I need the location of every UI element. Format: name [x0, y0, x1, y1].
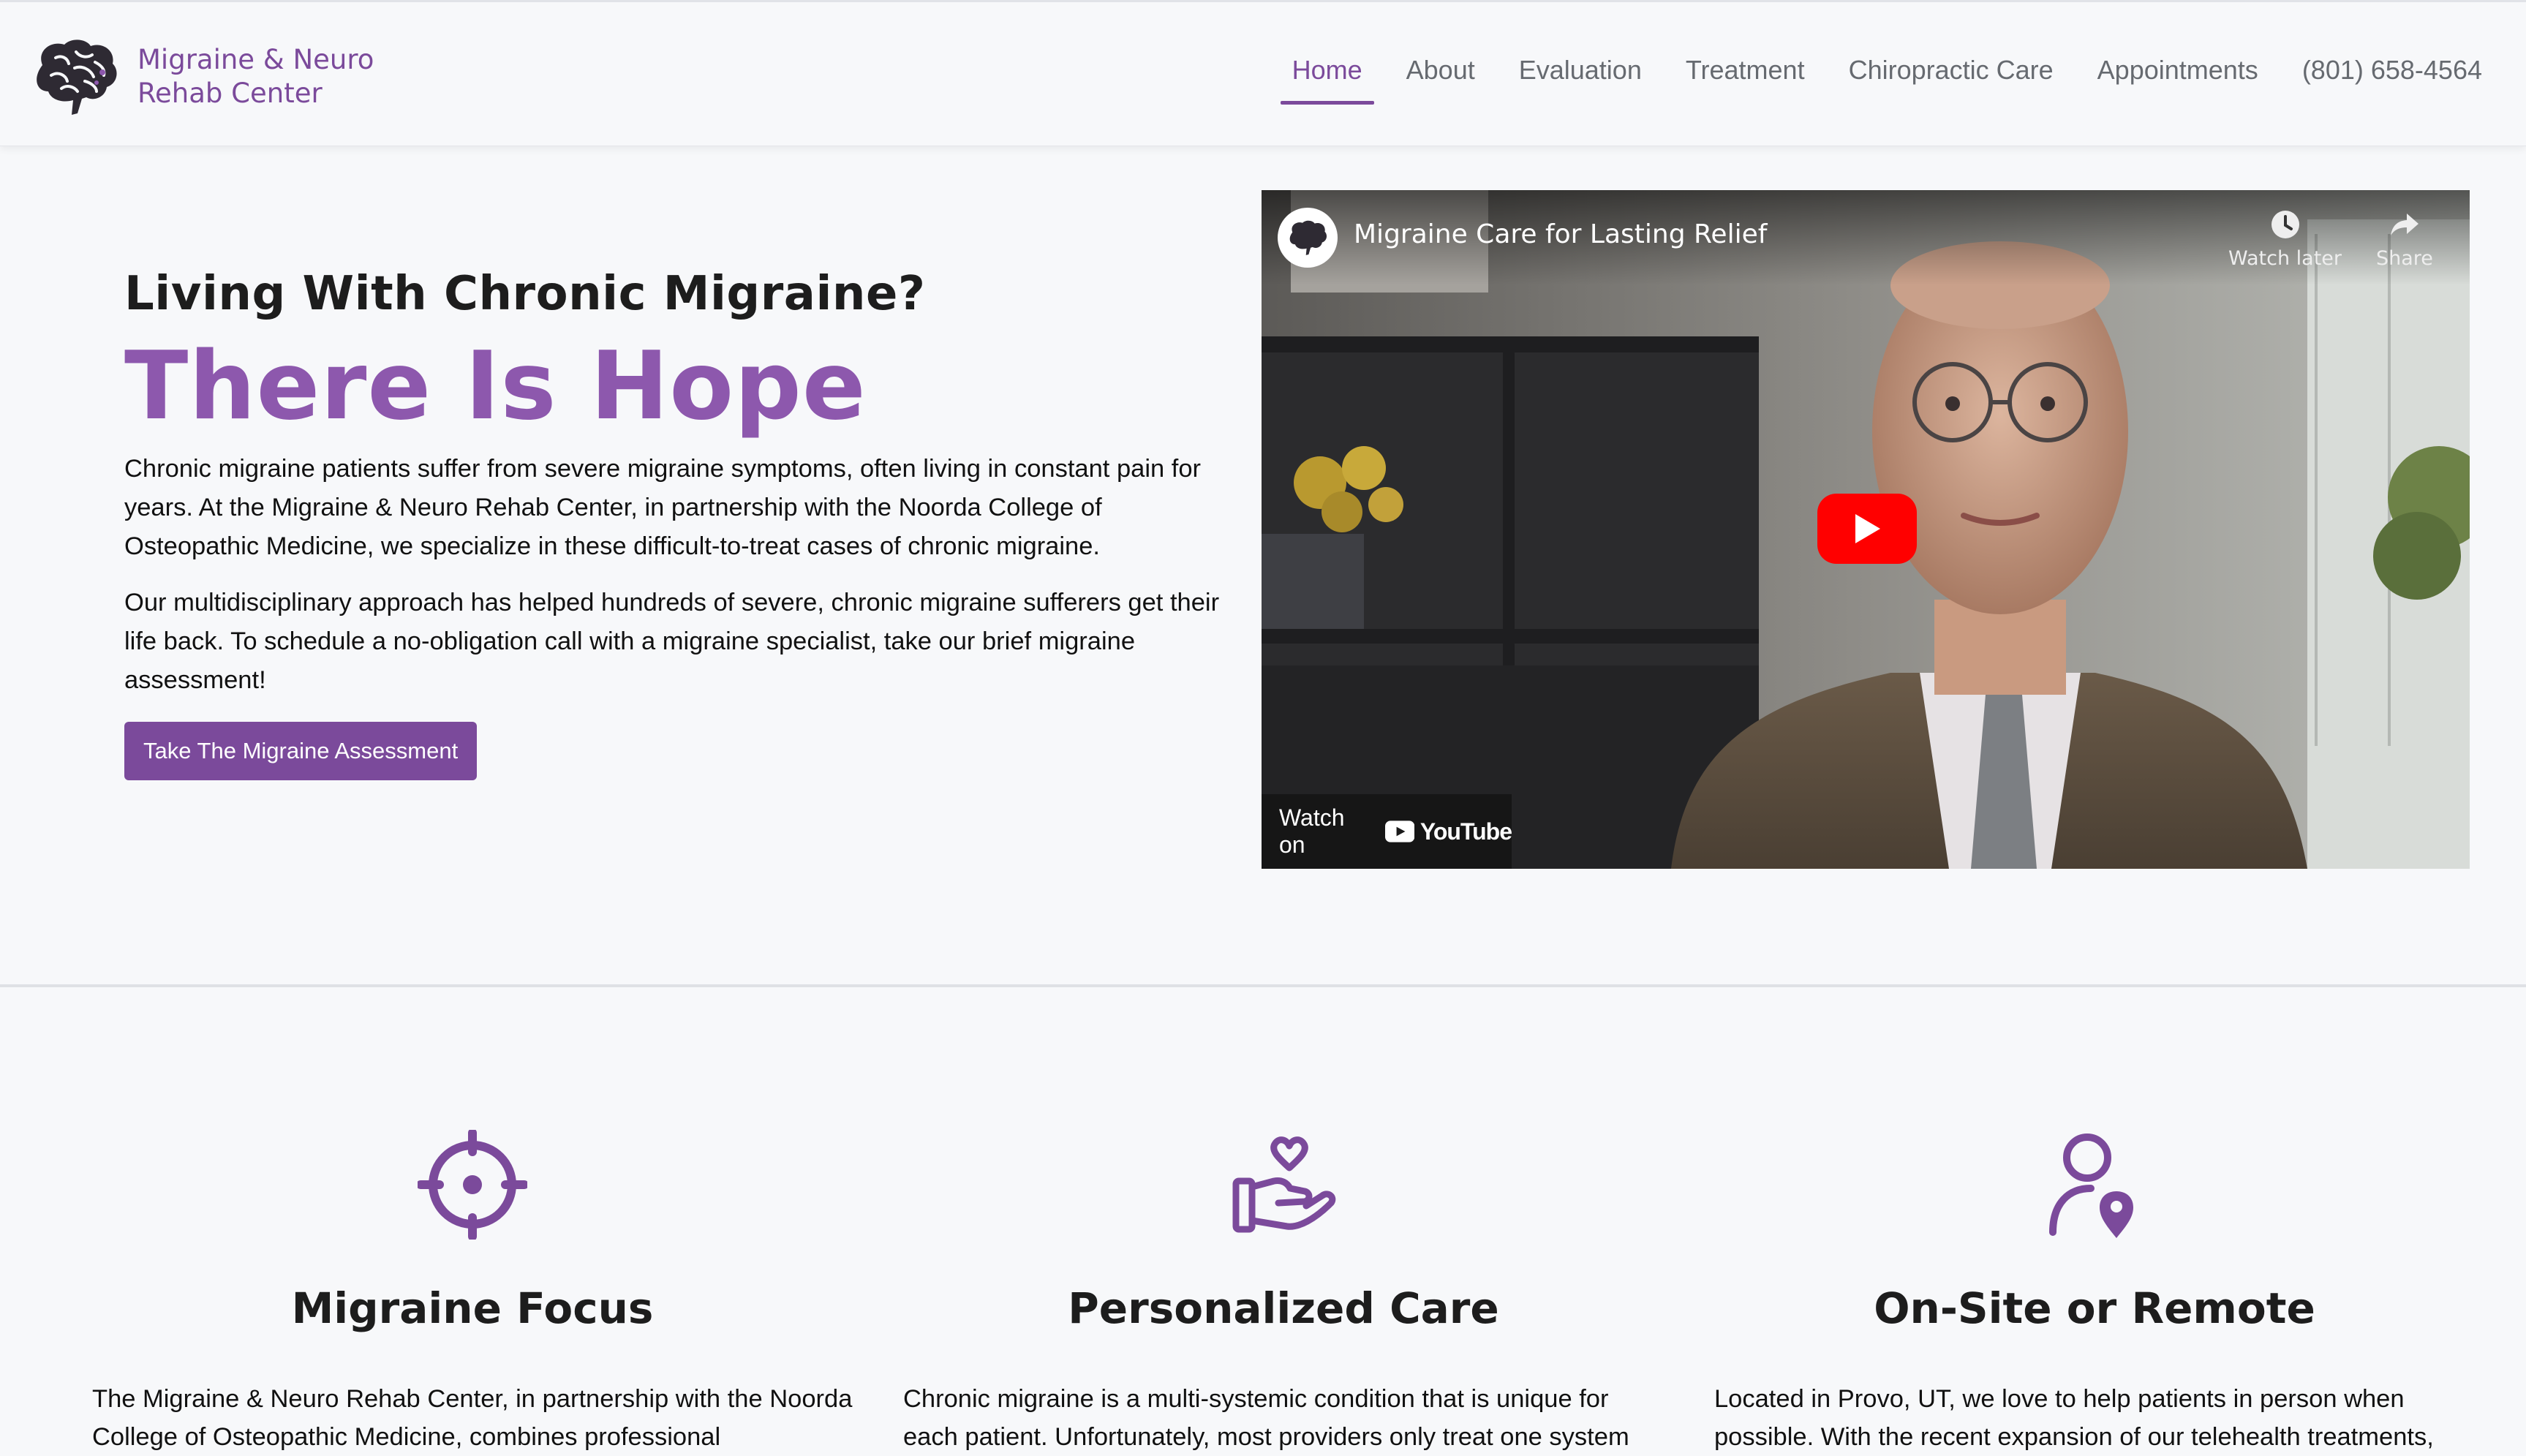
brand-line-1: Migraine & Neuro [137, 44, 374, 75]
watch-later-control[interactable]: Watch later [2228, 208, 2342, 270]
feature-text: Chronic migraine is a multi-systemic con… [903, 1385, 1629, 1451]
feature-text: The Migraine & Neuro Rehab Center, in pa… [92, 1385, 853, 1451]
nav-about[interactable]: About [1406, 55, 1475, 105]
heart-hand-icon [1232, 1136, 1336, 1233]
watch-on-youtube-link[interactable]: Watch on YouTube [1262, 794, 1512, 869]
watch-later-label: Watch later [2228, 247, 2342, 270]
nav-chiropractic-care[interactable]: Chiropractic Care [1849, 55, 2054, 105]
take-assessment-button[interactable]: Take The Migraine Assessment [124, 722, 478, 780]
feature-migraine-focus: Migraine Focus The Migraine & Neuro Reha… [92, 1130, 853, 1456]
youtube-wordmark: YouTube [1420, 818, 1512, 845]
section-divider [0, 984, 2526, 987]
clock-icon [2271, 211, 2299, 238]
nav-phone[interactable]: (801) 658-4564 [2302, 55, 2482, 105]
brain-logo-icon [37, 39, 117, 115]
target-icon [418, 1130, 527, 1240]
share-label: Share [2376, 247, 2433, 270]
play-icon [1855, 514, 1880, 543]
video-title[interactable]: Migraine Care for Lasting Relief [1354, 219, 1767, 249]
brand-line-2: Rehab Center [137, 78, 323, 109]
hero-paragraph-2: Our multidisciplinary approach has helpe… [124, 589, 1220, 694]
video-top-bar: Migraine Care for Lasting Relief Watch l… [1262, 190, 2470, 285]
feature-title: Personalized Care [1068, 1283, 1499, 1333]
watch-on-label: Watch on [1279, 804, 1345, 858]
hero-paragraph-1: Chronic migraine patients suffer from se… [124, 455, 1202, 560]
hero-eyebrow: Living With Chronic Migraine? [124, 267, 926, 321]
nav-home[interactable]: Home [1280, 55, 1374, 105]
share-arrow-icon [2390, 214, 2418, 235]
feature-personalized-care: Personalized Care Chronic migraine is a … [903, 1130, 1664, 1456]
feature-on-site-or-remote: On-Site or Remote Located in Provo, UT, … [1714, 1130, 2475, 1456]
nav-treatment[interactable]: Treatment [1686, 55, 1805, 105]
person-location-icon [2049, 1134, 2133, 1238]
brain-avatar-icon [1289, 220, 1327, 255]
hero-section: Living With Chronic Migraine? There Is H… [124, 267, 1221, 780]
youtube-logo-icon [1384, 821, 1414, 842]
youtube-video-embed[interactable]: Migraine Care for Lasting Relief Watch l… [1262, 190, 2470, 869]
site-header: Migraine & Neuro Rehab Center Home About… [0, 0, 2526, 146]
share-control[interactable]: Share [2376, 208, 2433, 270]
nav-appointments[interactable]: Appointments [2097, 55, 2258, 105]
feature-title: Migraine Focus [291, 1283, 654, 1333]
nav-evaluation[interactable]: Evaluation [1519, 55, 1642, 105]
channel-avatar[interactable] [1278, 208, 1338, 268]
brand-logo-link[interactable]: Migraine & Neuro Rehab Center [29, 36, 374, 118]
feature-title: On-Site or Remote [1874, 1283, 2315, 1333]
brand-name: Migraine & Neuro Rehab Center [137, 43, 374, 110]
hero-title: There Is Hope [124, 332, 867, 441]
feature-text: Located in Provo, UT, we love to help pa… [1714, 1385, 2434, 1451]
play-button[interactable] [1817, 494, 1917, 564]
main-nav: Home About Evaluation Treatment Chiropra… [1248, 55, 2482, 105]
